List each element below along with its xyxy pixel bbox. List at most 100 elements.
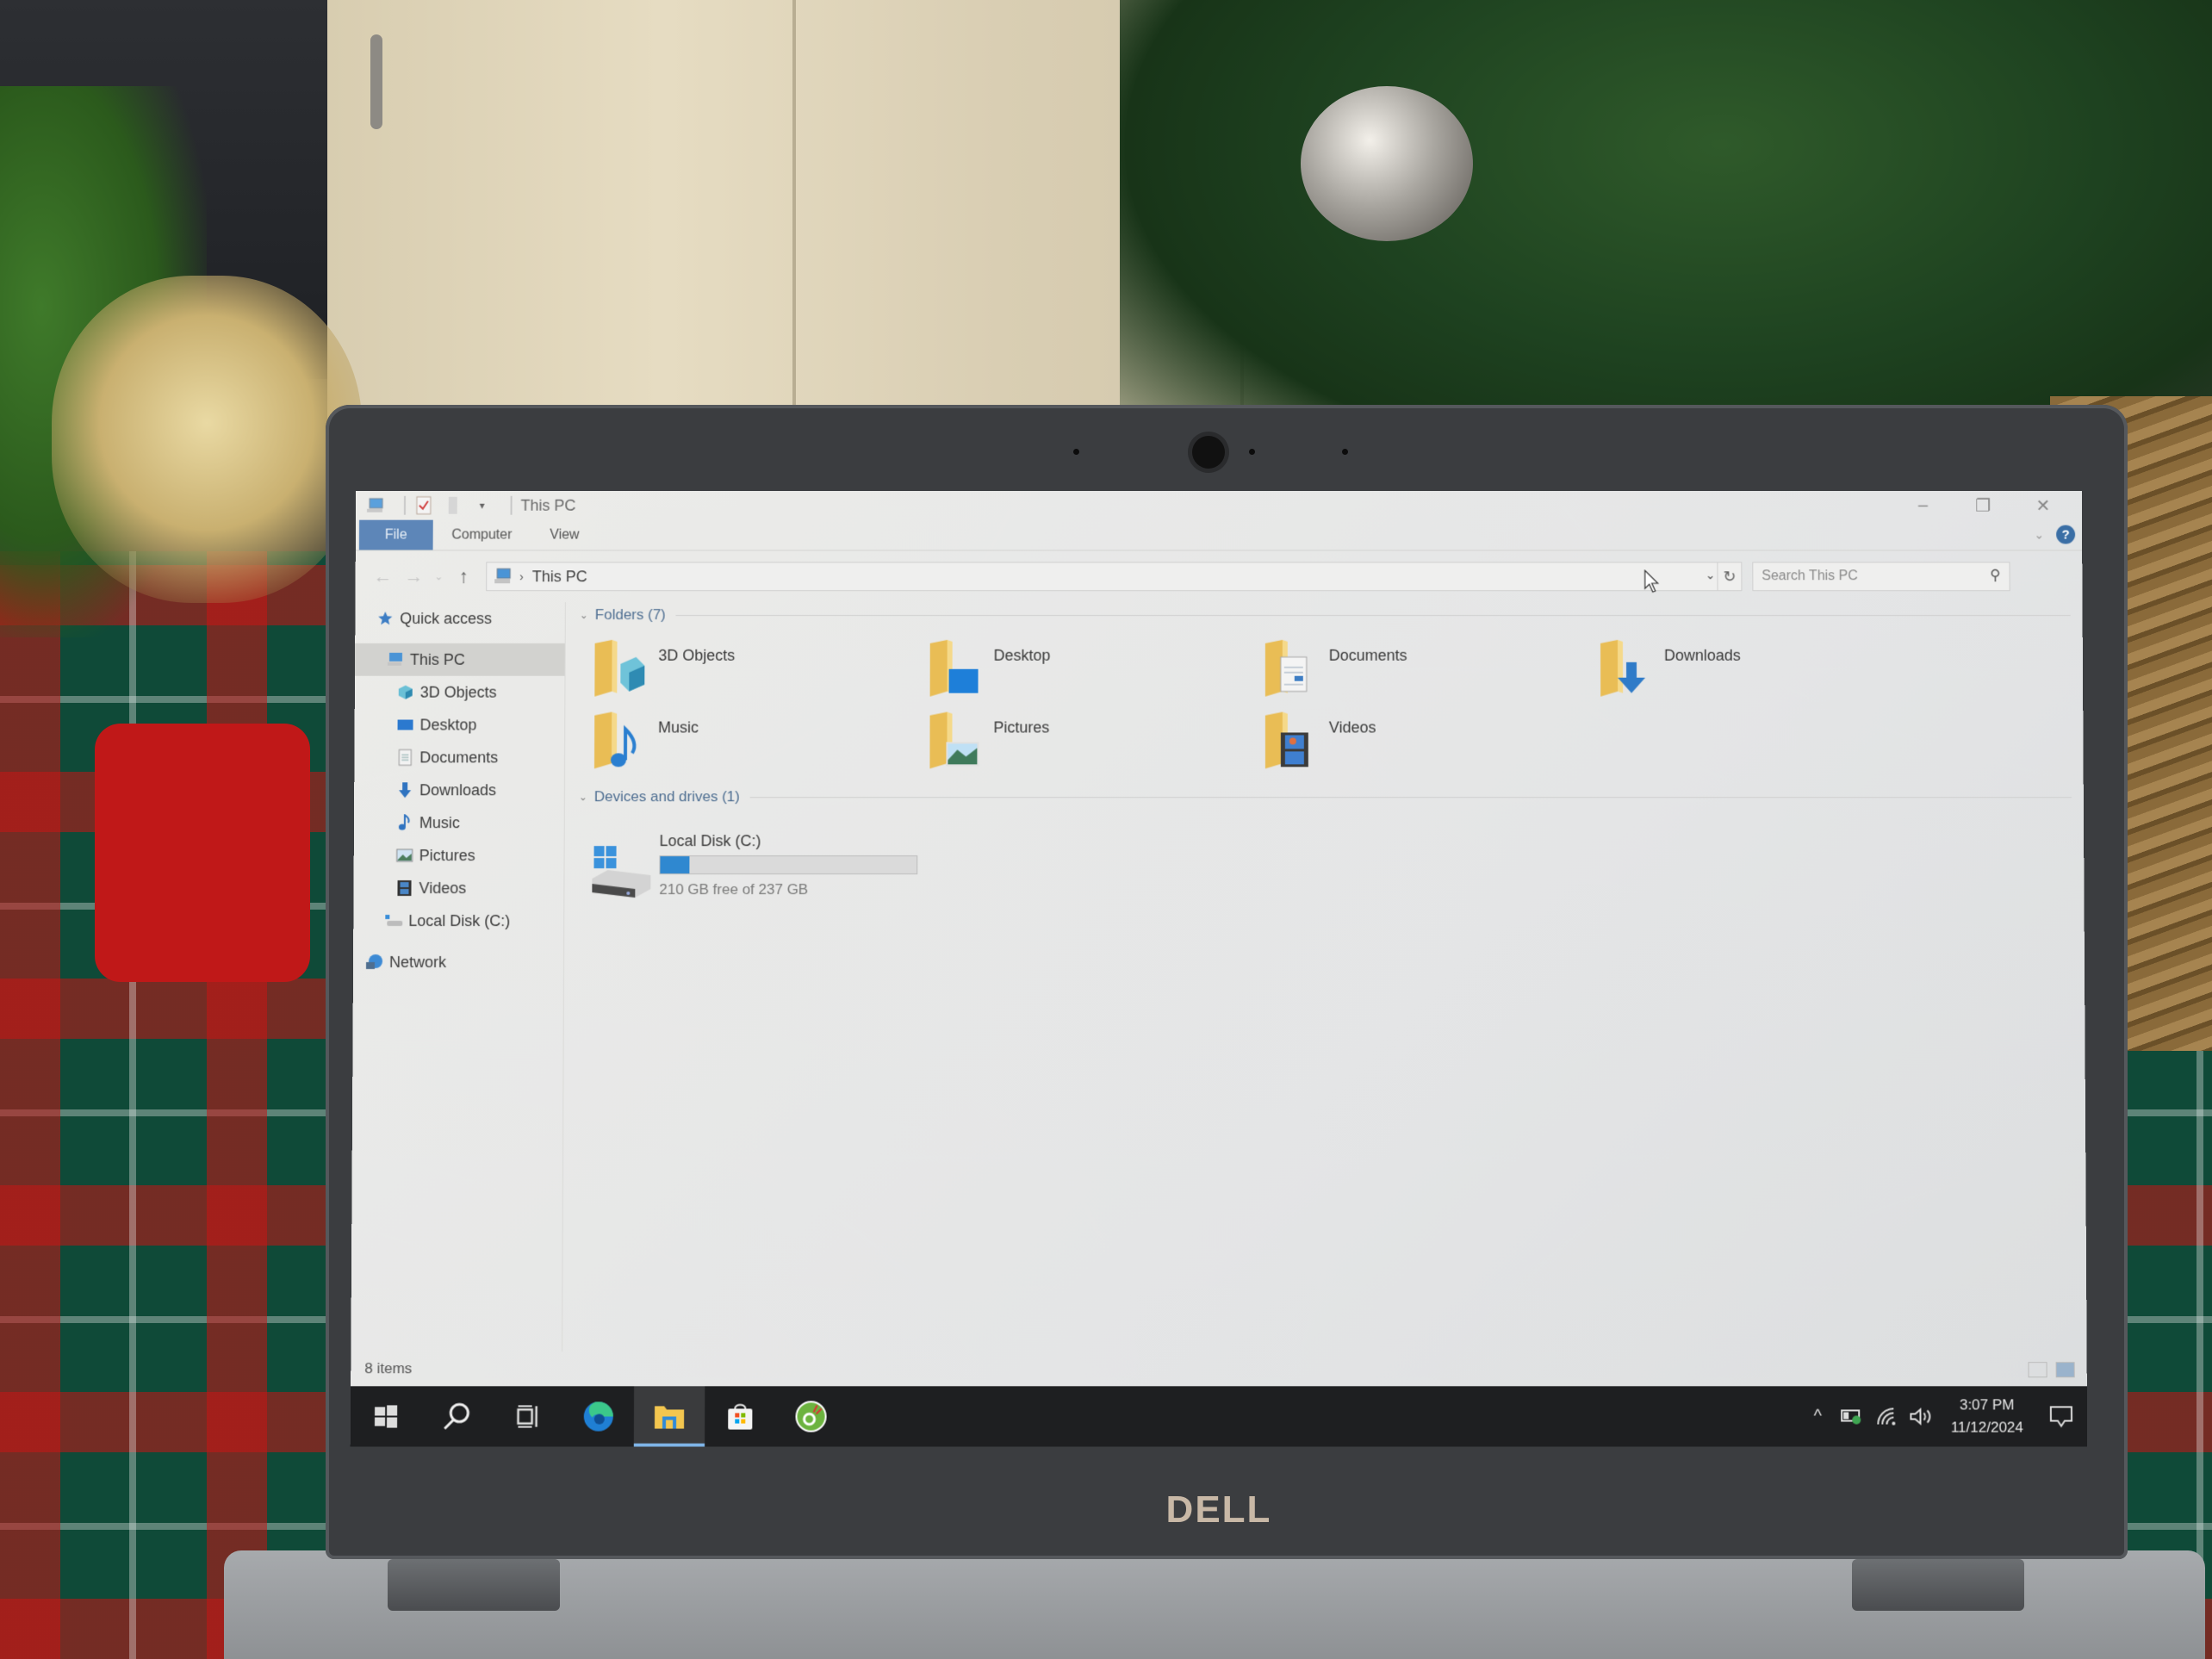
this-pc-app-icon <box>366 496 385 515</box>
file-explorer-icon <box>654 1406 685 1429</box>
chevron-down-icon[interactable]: ⌄ <box>580 609 588 621</box>
music-note-icon <box>395 814 414 831</box>
navigation-pane: Quick access This PC 3D Objects Desktop … <box>351 602 566 1352</box>
sidebar-item-label: 3D Objects <box>419 683 497 701</box>
forward-button[interactable]: → <box>398 561 429 592</box>
sidebar-item-local-disk[interactable]: Local Disk (C:) <box>353 904 563 937</box>
tab-view[interactable]: View <box>531 520 598 550</box>
volume-icon[interactable] <box>1904 1386 1938 1446</box>
taskbar: ^ 3:07 PM 11/12/2024 <box>350 1386 2088 1447</box>
start-button[interactable] <box>351 1386 422 1446</box>
sidebar-item-desktop[interactable]: Desktop <box>355 709 565 742</box>
view-mode-switcher <box>2028 1362 2075 1378</box>
folder-pictures[interactable]: Pictures <box>926 711 1262 783</box>
refresh-button[interactable]: ↻ <box>1717 562 1742 591</box>
folder-3d-objects[interactable]: 3D Objects <box>591 638 926 711</box>
folder-videos[interactable]: Videos <box>1262 711 1598 783</box>
task-view-button[interactable] <box>492 1386 563 1446</box>
drive-usage-fill <box>660 856 690 874</box>
file-explorer-button[interactable] <box>633 1386 705 1447</box>
coccoc-button[interactable] <box>775 1386 846 1446</box>
expand-ribbon-icon[interactable]: ⌄ <box>2034 527 2044 542</box>
edge-button[interactable] <box>563 1386 635 1446</box>
sidebar-item-label: Videos <box>419 879 467 897</box>
store-button[interactable] <box>705 1386 775 1446</box>
folder-label: Downloads <box>1663 646 1741 664</box>
drive-info: Local Disk (C:) 210 GB free of 237 GB <box>659 832 918 901</box>
windows-logo-icon <box>374 1405 398 1428</box>
sidebar-item-downloads[interactable]: Downloads <box>354 774 564 806</box>
address-bar[interactable]: › This PC ⌄ ↻ <box>486 562 1743 592</box>
download-arrow-icon <box>395 781 414 798</box>
sidebar-item-3d-objects[interactable]: 3D Objects <box>355 676 565 709</box>
minimize-button[interactable]: – <box>1892 491 1953 520</box>
breadcrumb-chevron-icon[interactable]: › <box>519 569 524 583</box>
sidebar-item-label: Desktop <box>419 716 477 733</box>
store-icon <box>728 1401 753 1430</box>
tab-computer[interactable]: Computer <box>432 520 531 550</box>
sensor-dot <box>1249 449 1255 455</box>
up-button[interactable]: ↑ <box>448 561 479 592</box>
title-bar: ▾ This PC – ❐ ✕ <box>356 491 2082 520</box>
action-center-button[interactable] <box>2035 1386 2088 1446</box>
folder-desktop[interactable]: Desktop <box>927 638 1262 711</box>
drive-icon <box>384 912 403 929</box>
folder-label: Pictures <box>993 718 1050 736</box>
sidebar-item-this-pc[interactable]: This PC <box>354 643 565 676</box>
window-controls: – ❐ ✕ <box>1892 491 2073 520</box>
folder-downloads[interactable]: Downloads <box>1597 638 1933 711</box>
folder-music[interactable]: Music <box>591 711 927 783</box>
laptop-hinge <box>388 1559 560 1611</box>
coccoc-browser-icon <box>794 1400 827 1432</box>
chevron-down-icon[interactable]: ⌄ <box>579 791 587 803</box>
clock[interactable]: 3:07 PM 11/12/2024 <box>1939 1394 2035 1438</box>
large-icons-view-icon[interactable] <box>2055 1362 2075 1378</box>
show-hidden-icons-button[interactable]: ^ <box>1800 1386 1835 1446</box>
drives-group-title: Devices and drives (1) <box>593 788 740 805</box>
folders-group-header[interactable]: ⌄ Folders (7) <box>575 602 2083 628</box>
navigation-bar: ← → ⌄ ↑ › This PC ⌄ ↻ Search This PC ⚲ <box>356 557 2083 595</box>
sidebar-item-pictures[interactable]: Pictures <box>354 839 564 872</box>
system-tray: ^ 3:07 PM 11/12/2024 <box>1800 1386 2087 1446</box>
sidebar-item-quick-access[interactable]: Quick access <box>355 602 565 635</box>
close-button[interactable]: ✕ <box>2013 491 2073 520</box>
drives-group-header[interactable]: ⌄ Devices and drives (1) <box>574 784 2084 810</box>
laptop-screen: ▾ This PC – ❐ ✕ File Computer View ⌄ ? ←… <box>350 490 2088 1447</box>
battery-icon[interactable] <box>1835 1386 1869 1446</box>
windows-drive-icon <box>590 844 652 901</box>
folder-documents-icon <box>1262 638 1319 699</box>
cabinet-door-seam <box>792 0 796 413</box>
sidebar-item-label: Documents <box>419 748 499 766</box>
address-dropdown-icon[interactable]: ⌄ <box>1706 568 1716 582</box>
sidebar-item-label: Downloads <box>419 780 497 798</box>
sidebar-item-documents[interactable]: Documents <box>354 741 564 774</box>
properties-icon[interactable] <box>414 496 433 515</box>
help-icon[interactable]: ? <box>2056 525 2076 544</box>
restore-button[interactable]: ❐ <box>1953 491 2013 520</box>
quick-access-separator <box>403 495 407 515</box>
search-input[interactable]: Search This PC ⚲ <box>1752 562 2010 592</box>
edge-browser-icon <box>583 1401 613 1432</box>
search-icon[interactable]: ⚲ <box>1990 567 2001 584</box>
customize-quick-access-icon[interactable]: ▾ <box>473 496 492 515</box>
back-button[interactable]: ← <box>368 561 399 592</box>
sidebar-item-music[interactable]: Music <box>354 806 564 839</box>
folder-desktop-icon <box>927 638 984 699</box>
sidebar-item-videos[interactable]: Videos <box>353 872 563 904</box>
group-divider <box>749 796 2072 798</box>
details-view-icon[interactable] <box>2028 1362 2047 1378</box>
tab-file[interactable]: File <box>358 519 433 550</box>
breadcrumb-this-pc[interactable]: This PC <box>532 568 587 586</box>
folder-documents[interactable]: Documents <box>1262 638 1597 711</box>
cube-icon <box>396 684 415 701</box>
sidebar-item-network[interactable]: Network <box>353 946 563 979</box>
new-folder-icon[interactable] <box>444 496 463 515</box>
title-separator <box>510 495 513 515</box>
drive-local-disk-c[interactable]: Local Disk (C:) 210 GB free of 237 GB <box>590 832 918 901</box>
taskbar-search-button[interactable] <box>421 1386 493 1446</box>
wifi-icon[interactable] <box>1869 1386 1904 1446</box>
ribbon-right-controls: ⌄ ? <box>2034 525 2076 544</box>
folder-3d-objects-icon <box>591 638 648 699</box>
folder-videos-icon <box>1262 711 1319 771</box>
recent-locations-button[interactable]: ⌄ <box>429 561 448 592</box>
